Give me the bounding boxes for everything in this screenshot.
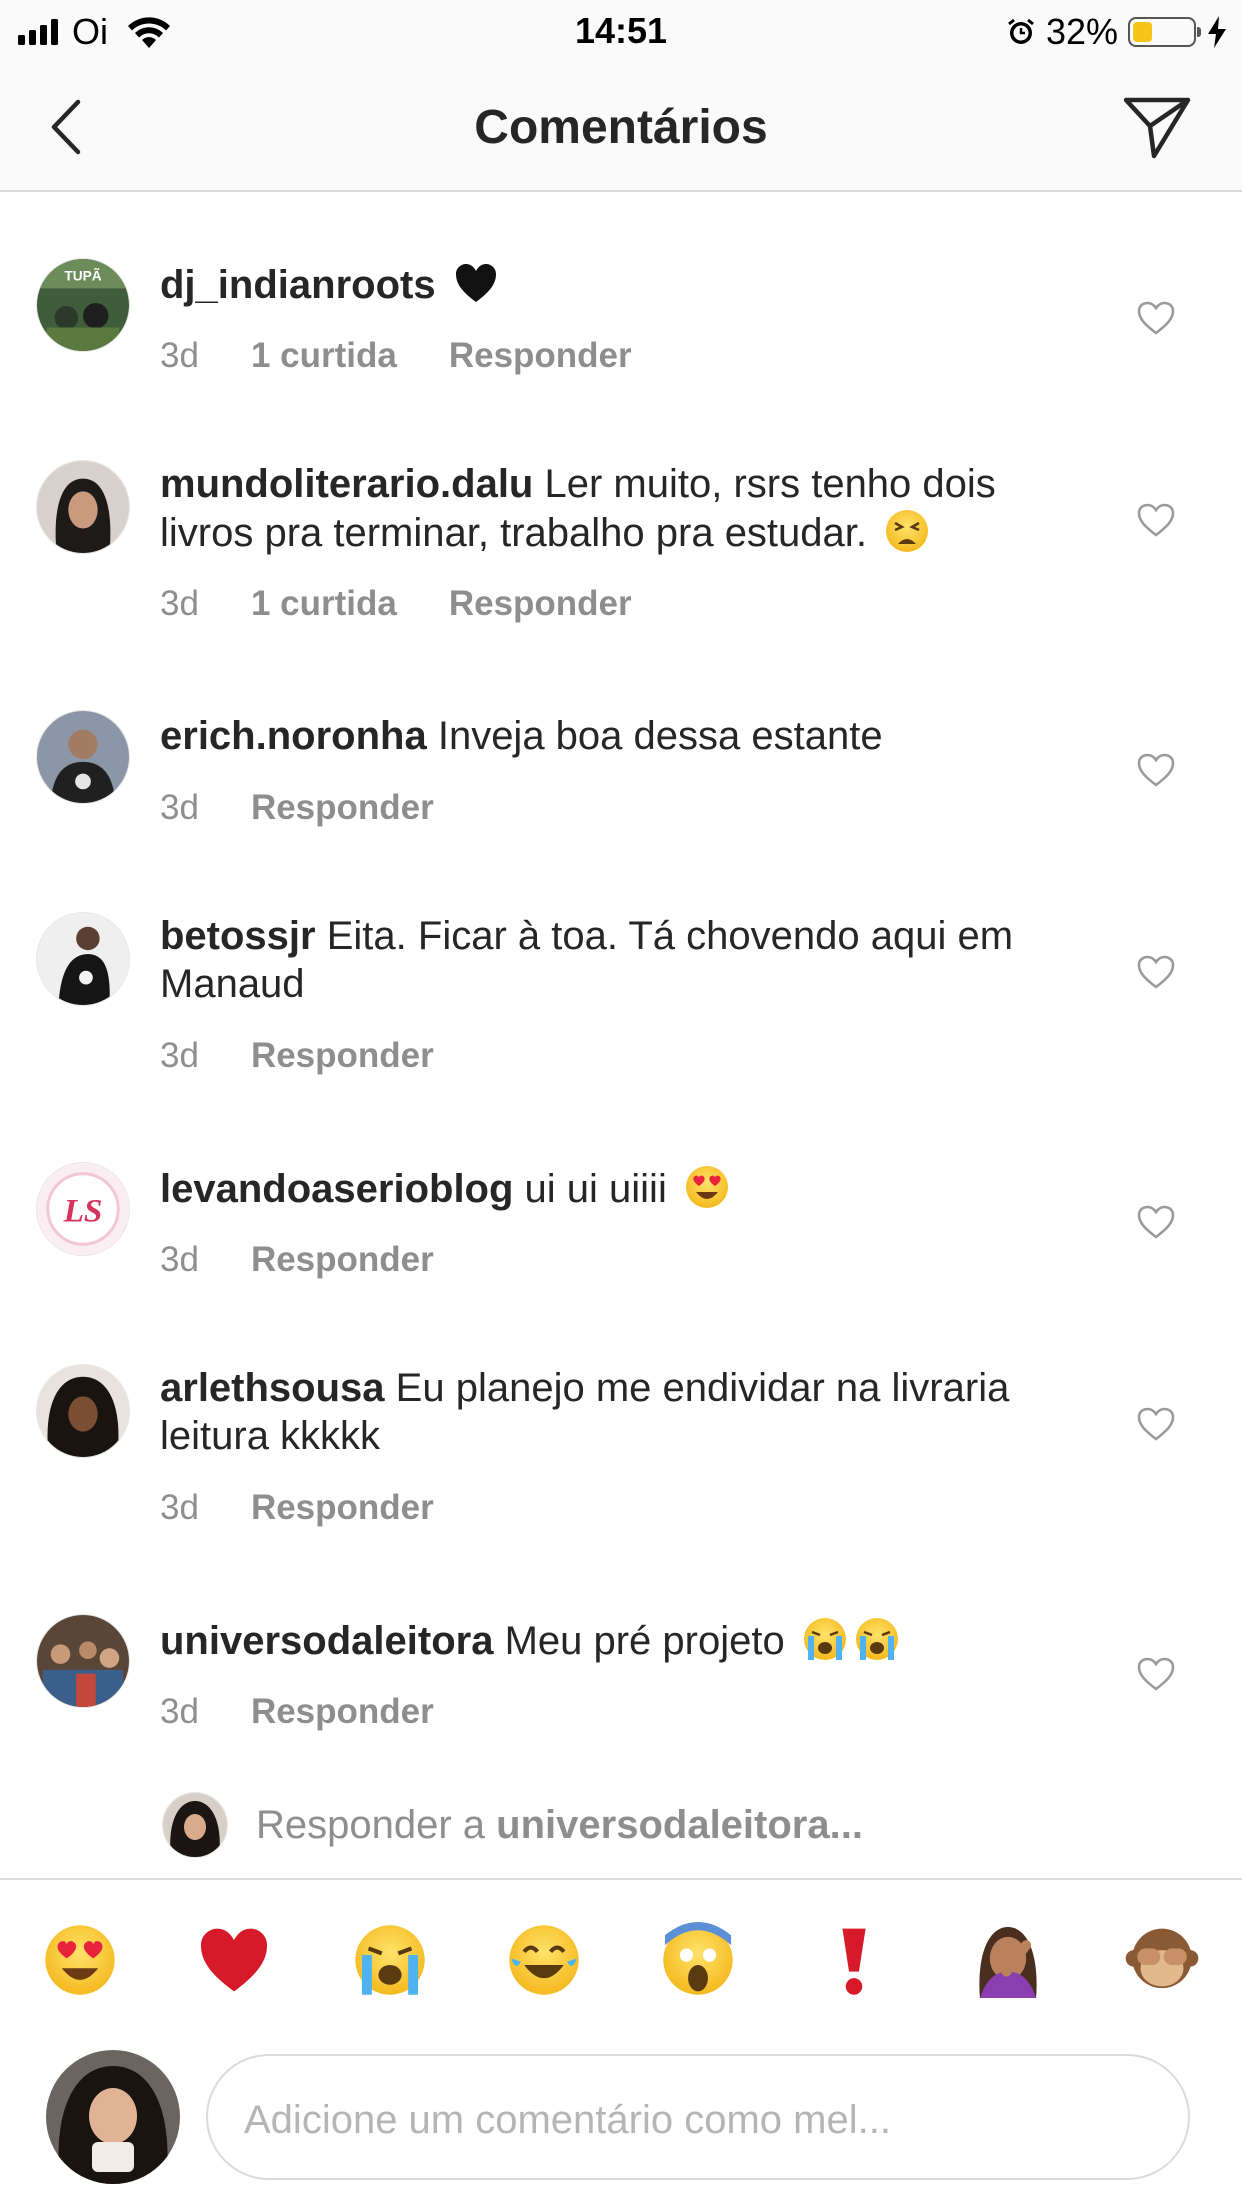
reply-to-row[interactable]: Responder a universodaleitora... (162, 1790, 863, 1860)
reply-prefix: Responder a (256, 1802, 486, 1847)
comment-username[interactable]: mundoliterario.dalu (160, 462, 533, 506)
reply-button[interactable]: Responder (449, 336, 632, 376)
battery-icon (1128, 17, 1201, 47)
heart-eyes-emoji-icon (685, 1166, 728, 1208)
comment-text: Inveja boa dessa estante (437, 714, 883, 758)
comment-username[interactable]: dj_indianroots (160, 263, 436, 307)
see-no-evil-monkey-emoji-button[interactable] (1124, 1922, 1200, 1998)
comment-username[interactable]: levandoaserioblog (160, 1167, 513, 1211)
comment-time: 3d (160, 1240, 199, 1279)
comment-text: Meu pré projeto (504, 1619, 785, 1663)
exclamation-emoji-button[interactable] (816, 1922, 892, 1998)
heart-like-icon[interactable] (1136, 1406, 1176, 1442)
svg-text:TUPÃ: TUPÃ (64, 269, 101, 284)
comment-time: 3d (160, 788, 199, 827)
comment-username[interactable]: arlethsousa (160, 1366, 385, 1410)
black-heart-icon (455, 264, 496, 302)
crying-face-icon (855, 1618, 898, 1660)
reply-button[interactable]: Responder (251, 1692, 434, 1732)
comment-username[interactable]: erich.noronha (160, 714, 427, 758)
heart-like-icon[interactable] (1136, 1204, 1176, 1240)
status-bar: Oi 14:51 32% (0, 0, 1242, 62)
reply-button[interactable]: Responder (251, 1488, 434, 1528)
heart-like-icon[interactable] (1136, 752, 1176, 788)
nav-bar: Comentários (0, 62, 1242, 192)
battery-percent: 32% (1045, 11, 1118, 52)
avatar[interactable] (36, 460, 130, 554)
avatar[interactable] (36, 1614, 130, 1708)
current-user-avatar (46, 2050, 180, 2184)
comment-time: 3d (160, 336, 199, 375)
heart-eyes-emoji-button[interactable] (42, 1922, 118, 1998)
avatar[interactable] (36, 912, 130, 1006)
comment-username[interactable]: universodaleitora (160, 1619, 493, 1663)
red-heart-emoji-button[interactable] (196, 1922, 272, 1998)
crying-face-icon (803, 1618, 846, 1660)
composer-area: Adicione um comentário como mel... (0, 1878, 1242, 2210)
comment-time: 3d (160, 1488, 199, 1527)
avatar (162, 1792, 228, 1858)
comment-time: 3d (160, 584, 199, 623)
avatar[interactable] (36, 710, 130, 804)
tears-of-joy-emoji-button[interactable] (506, 1922, 582, 1998)
comment-text: ui ui uiiii (524, 1167, 667, 1211)
comment-time: 3d (160, 1036, 199, 1075)
heart-like-icon[interactable] (1136, 502, 1176, 538)
avatar[interactable]: LS (36, 1162, 130, 1256)
facepalm-emoji-button[interactable] (970, 1922, 1046, 1998)
like-count[interactable]: 1 curtida (251, 584, 397, 624)
avatar[interactable]: TUPÃ (36, 258, 130, 352)
reply-button[interactable]: Responder (251, 788, 434, 828)
heart-like-icon[interactable] (1136, 954, 1176, 990)
reply-target: universodaleitora... (496, 1802, 863, 1847)
charging-bolt-icon (1208, 16, 1226, 48)
reply-button[interactable]: Responder (251, 1240, 434, 1280)
comment-time: 3d (160, 1692, 199, 1731)
direct-send-icon[interactable] (1120, 90, 1194, 164)
avatar[interactable] (36, 1364, 130, 1458)
tired-face-icon (886, 510, 929, 552)
heart-like-icon[interactable] (1136, 300, 1176, 336)
comment-username[interactable]: betossjr (160, 914, 316, 958)
screaming-face-emoji-button[interactable] (660, 1922, 736, 1998)
reply-button[interactable]: Responder (449, 584, 632, 624)
comment-input[interactable]: Adicione um comentário como mel... (206, 2054, 1190, 2180)
like-count[interactable]: 1 curtida (251, 336, 397, 376)
alarm-icon (1008, 18, 1034, 44)
heart-like-icon[interactable] (1136, 1656, 1176, 1692)
svg-text:LS: LS (63, 1193, 103, 1230)
page-title: Comentários (474, 101, 768, 154)
reply-button[interactable]: Responder (251, 1036, 434, 1076)
quick-emoji-bar (0, 1922, 1242, 2004)
loudly-crying-emoji-button[interactable] (352, 1922, 428, 1998)
comment-input-placeholder: Adicione um comentário como mel... (244, 2098, 891, 2142)
